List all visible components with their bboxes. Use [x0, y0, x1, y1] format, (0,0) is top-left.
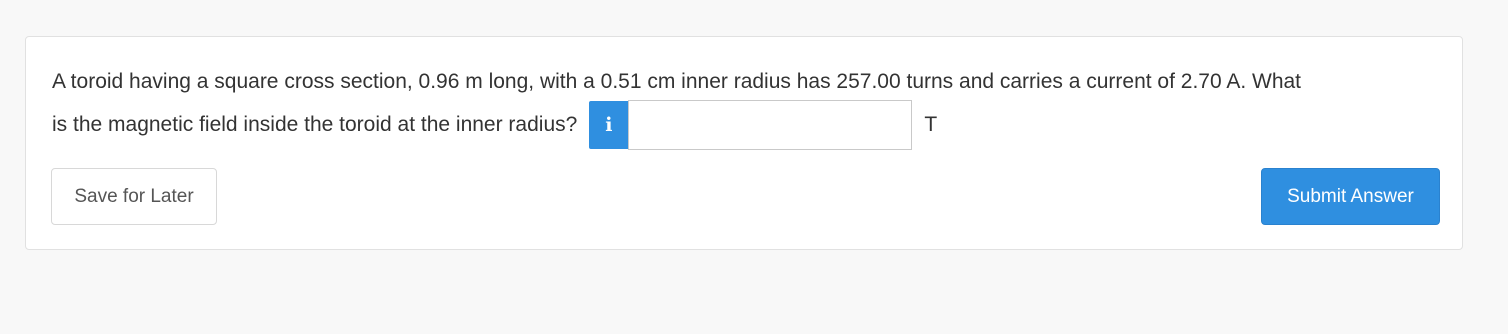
- save-for-later-button[interactable]: Save for Later: [51, 168, 217, 225]
- question-text: A toroid having a square cross section, …: [52, 64, 1447, 150]
- info-icon[interactable]: i: [589, 101, 629, 149]
- question-card: A toroid having a square cross section, …: [25, 36, 1463, 250]
- question-line-1: A toroid having a square cross section, …: [52, 70, 1302, 93]
- unit-label: T: [924, 113, 938, 136]
- submit-answer-button[interactable]: Submit Answer: [1261, 168, 1440, 225]
- answer-input[interactable]: [628, 100, 913, 150]
- question-line-2: is the magnetic field inside the toroid …: [52, 113, 578, 136]
- question-line-2-row: is the magnetic field inside the toroid …: [52, 100, 1447, 150]
